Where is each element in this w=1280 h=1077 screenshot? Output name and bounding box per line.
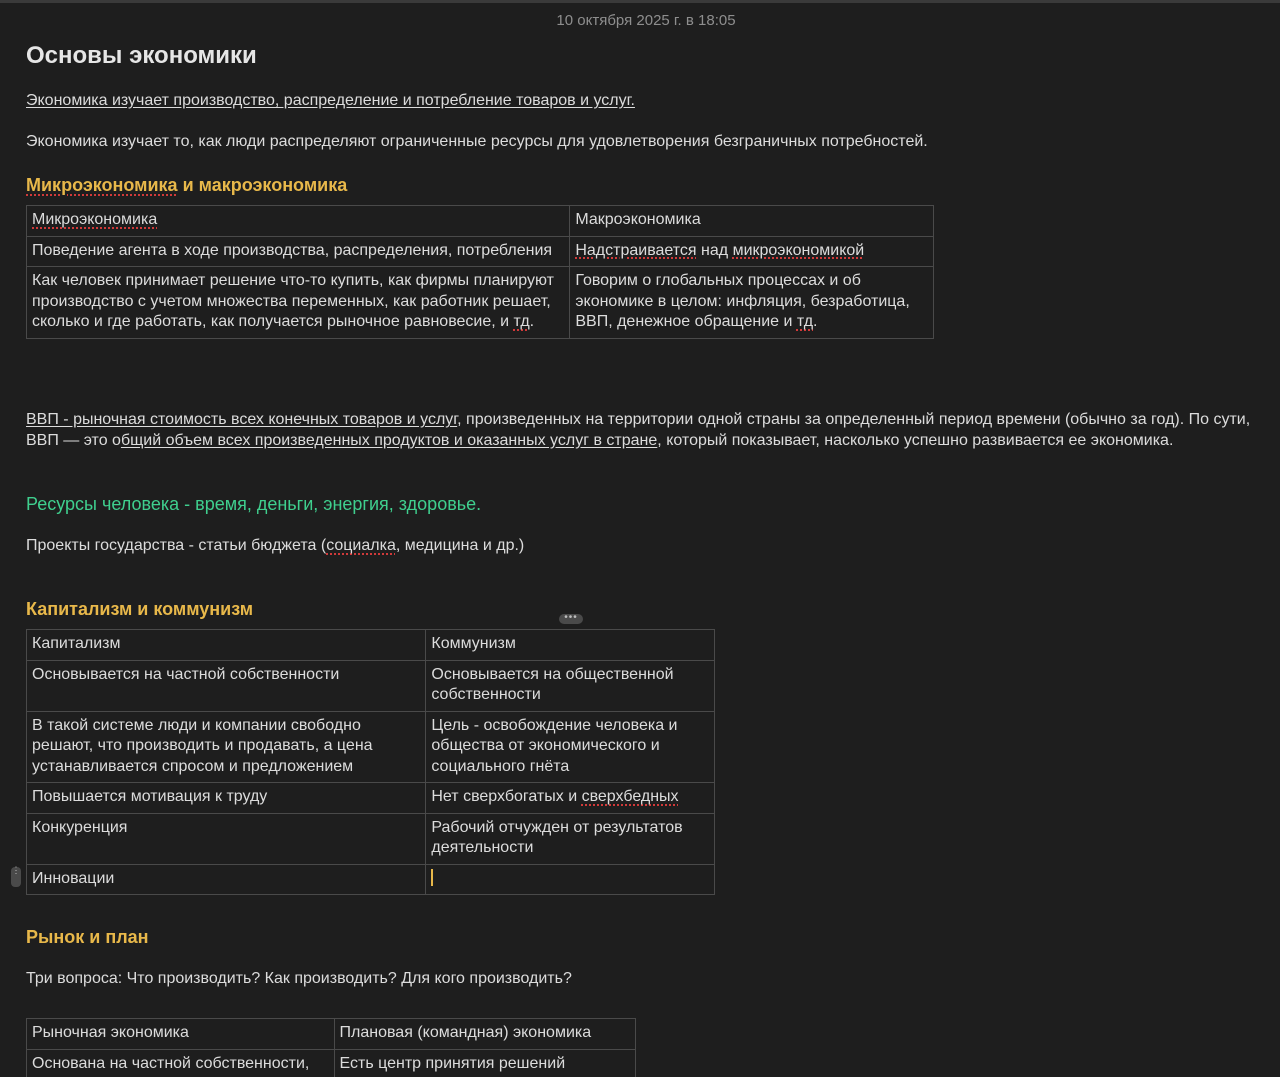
table-cell[interactable]: Цель - освобождение человека и общества … — [425, 710, 715, 783]
projects-text: Проекты государства - статьи бюджета ( — [26, 537, 327, 554]
table-row[interactable]: Основана на частной собственности, Есть … — [26, 1048, 637, 1077]
table-options-handle[interactable]: ••• — [559, 613, 583, 624]
table-cell[interactable]: Повышается мотивация к труду — [25, 782, 427, 814]
table-market-plan[interactable]: Рыночная экономика Плановая (командная) … — [26, 1018, 637, 1077]
table-cell[interactable]: Рыночная экономика — [26, 1018, 335, 1050]
table-cell[interactable]: Основывается на общественной собственнос… — [425, 659, 715, 712]
cell-text: Как человек принимает решение что-то куп… — [32, 272, 554, 330]
table-micro-macro[interactable]: Микроэкономика Макроэкономика Поведение … — [25, 205, 934, 339]
note-timestamp: 10 октября 2025 г. в 18:05 — [556, 12, 736, 29]
heading-rest: и макроэкономика — [177, 175, 348, 195]
gdp-text-end: , который показывает, насколько успешно … — [657, 431, 1174, 449]
resources-line[interactable]: Ресурсы человека - время, деньги, энерги… — [26, 492, 481, 516]
cell-text: над — [696, 241, 733, 259]
intro-underlined[interactable]: Экономика изучает производство, распреде… — [26, 91, 635, 112]
section-heading-market-plan[interactable]: Рынок и план — [26, 925, 149, 949]
table-cell[interactable]: Плановая (командная) экономика — [333, 1018, 637, 1050]
table-row[interactable]: Как человек принимает решение что-то куп… — [25, 266, 934, 339]
cell-text: Говорим о глобальных процессах и об экон… — [575, 272, 910, 330]
table-cell[interactable]: Микроэкономика — [25, 205, 571, 237]
table-row[interactable]: Конкуренция Рабочий отчужден от результа… — [25, 812, 715, 865]
text-caret — [431, 868, 433, 886]
table-cell[interactable]: Конкуренция — [25, 812, 427, 865]
window-top-edge — [0, 0, 1280, 3]
cell-text: Нет сверхбогатых и — [431, 788, 582, 805]
table-cell[interactable]: Нет сверхбогатых и сверхбедных — [425, 782, 715, 814]
questions-line[interactable]: Три вопроса: Что производить? Как произв… — [26, 969, 572, 990]
gdp-paragraph[interactable]: ВВП - рыночная стоимость всех конечных т… — [26, 410, 1266, 451]
projects-text-end: , медицина и др.) — [395, 537, 525, 554]
table-cell[interactable]: Основывается на частной собственности — [25, 659, 427, 712]
cell-text: Микроэкономика — [32, 211, 158, 228]
table-row[interactable]: Инновации — [25, 863, 715, 895]
table-cell-active[interactable] — [425, 863, 715, 895]
table-cell[interactable]: Надстраивается над микроэкономикой — [569, 235, 934, 267]
table-cell[interactable]: Макроэкономика — [569, 205, 934, 237]
note-title[interactable]: Основы экономики — [26, 40, 257, 76]
table-row[interactable]: Основывается на частной собственности Ос… — [25, 659, 715, 712]
cell-text: Надстраивается — [575, 241, 697, 259]
projects-spell: социалка — [326, 537, 396, 554]
cell-text: . — [813, 313, 818, 330]
section-heading-capitalism[interactable]: Капитализм и коммунизм — [26, 597, 253, 621]
table-row[interactable]: Микроэкономика Макроэкономика — [25, 205, 934, 237]
table-cell[interactable]: Коммунизм — [425, 629, 715, 661]
table-capitalism-communism[interactable]: Капитализм Коммунизм Основывается на час… — [25, 629, 715, 895]
projects-line[interactable]: Проекты государства - статьи бюджета (со… — [26, 536, 524, 557]
cell-text: микроэкономикой — [732, 241, 865, 259]
table-cell[interactable]: Есть центр принятия решений — [333, 1048, 637, 1077]
cell-text: . — [529, 313, 535, 330]
table-row[interactable]: В такой системе люди и компании свободно… — [25, 710, 715, 783]
row-drag-handle[interactable]: ⋮ — [11, 866, 21, 887]
table-cell[interactable]: Инновации — [25, 863, 427, 895]
table-row[interactable]: Капитализм Коммунизм — [25, 629, 715, 661]
table-row[interactable]: Повышается мотивация к труду Нет сверхбо… — [25, 782, 715, 814]
table-cell[interactable]: Рабочий отчужден от результатов деятельн… — [425, 812, 715, 865]
gdp-definition: ВВП - рыночная стоимость всех конечных т… — [26, 411, 458, 428]
intro-underlined-text: Экономика изучает производство, распреде… — [26, 92, 635, 109]
cell-text: тд — [513, 313, 530, 330]
intro-text[interactable]: Экономика изучает то, как люди распредел… — [26, 132, 928, 153]
gdp-summary: бщий объем всех произведенных продуктов … — [120, 431, 658, 449]
section-heading-micro-macro[interactable]: Микроэкономика и макроэкономика — [26, 173, 347, 197]
cell-text: тд — [796, 313, 814, 330]
table-cell[interactable]: Говорим о глобальных процессах и об экон… — [569, 266, 934, 339]
heading-word-micro: Микроэкономика — [26, 175, 178, 195]
table-cell[interactable]: Основана на частной собственности, — [26, 1048, 335, 1077]
table-row[interactable]: Рыночная экономика Плановая (командная) … — [26, 1018, 637, 1050]
cell-text: сверхбедных — [581, 788, 679, 805]
table-row[interactable]: Поведение агента в ходе производства, ра… — [25, 235, 934, 267]
table-cell[interactable]: Поведение агента в ходе производства, ра… — [25, 235, 571, 267]
table-cell[interactable]: Как человек принимает решение что-то куп… — [25, 266, 571, 339]
table-cell[interactable]: Капитализм — [25, 629, 427, 661]
table-cell[interactable]: В такой системе люди и компании свободно… — [25, 710, 427, 783]
